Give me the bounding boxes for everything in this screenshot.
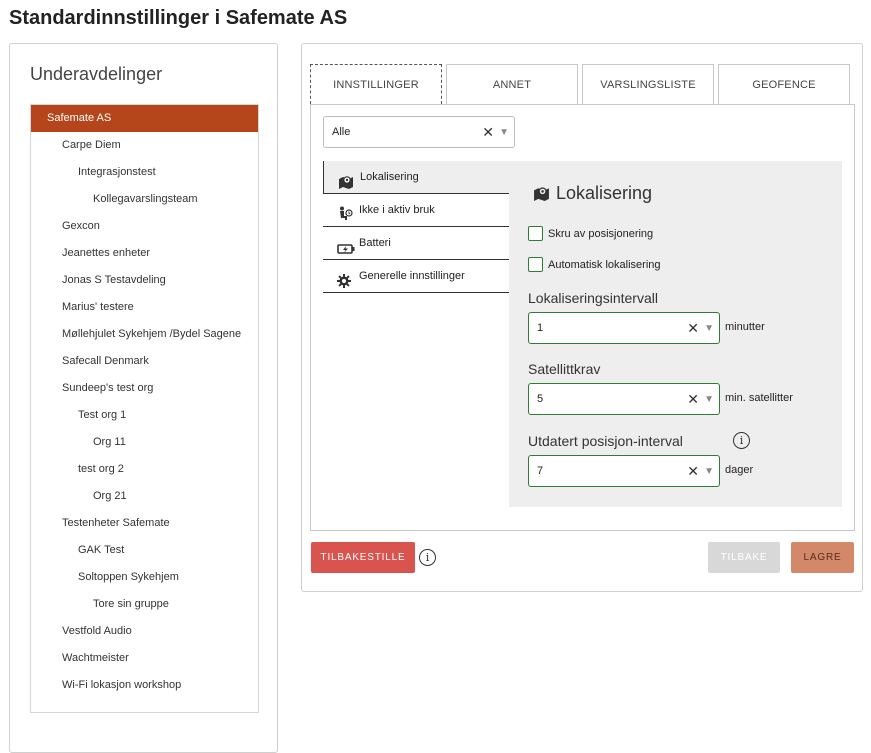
section-heading: Lokalisering [533,183,652,204]
chevron-down-icon[interactable]: ▼ [704,464,714,480]
settings-menu: Lokalisering Ikke i aktiv bruk Batteri G… [323,161,509,293]
utdatert-posisjon-interval-select[interactable]: 7 ✕ ▼ [528,455,720,487]
save-button[interactable]: LAGRE [791,542,854,573]
reset-info-icon[interactable]: i [419,549,436,566]
menu-item-ikke-i-aktiv-bruk[interactable]: Ikke i aktiv bruk [323,194,509,227]
menu-item-lokalisering[interactable]: Lokalisering [323,161,509,194]
tree-item-org-11[interactable]: Org 11 [31,429,258,456]
department-tree: Safemate AS Carpe Diem Integrasjonstest … [30,104,259,713]
info-icon[interactable]: i [733,432,750,449]
inactive-person-icon [337,203,353,220]
select-value: 5 [537,393,544,405]
gear-icon [337,269,353,288]
tree-item-safemate-as[interactable]: Safemate AS [31,105,258,132]
tree-item-test-org-2[interactable]: test org 2 [31,456,258,483]
map-marker-icon [338,170,354,189]
tree-item-org-21[interactable]: Org 21 [31,483,258,510]
menu-item-label: Batteri [359,236,391,249]
tree-item-test-org-1[interactable]: Test org 1 [31,402,258,429]
tree-item-kollegavarslingsteam[interactable]: Kollegavarslingsteam [31,186,258,213]
tree-item-testenheter-safemate[interactable]: Testenheter Safemate [31,510,258,537]
checkbox-automatisk-lokalisering[interactable]: Automatisk lokalisering [528,257,661,272]
chevron-down-icon[interactable]: ▼ [704,321,714,337]
unit-min-satellitter: min. satellitter [725,392,793,404]
tree-item-wachtmeister[interactable]: Wachtmeister [31,645,258,672]
tree-item-gak-test[interactable]: GAK Test [31,537,258,564]
menu-item-label: Generelle innstillinger [359,269,465,282]
tree-item-tore-sin-gruppe[interactable]: Tore sin gruppe [31,591,258,618]
chevron-down-icon[interactable]: ▼ [704,392,714,408]
satellittkrav-select[interactable]: 5 ✕ ▼ [528,383,720,415]
clear-icon[interactable]: ✕ [687,320,699,336]
tree-item-wifi-lokasjon-workshop[interactable]: Wi-Fi lokasjon workshop [31,672,258,699]
tab-content: Alle ✕ ▼ Lokalisering Ikke i aktiv bruk [310,104,855,531]
checkbox-label: Skru av posisjonering [548,227,654,240]
tab-varslingsliste[interactable]: VARSLINGSLISTE [582,64,714,104]
map-marker-icon [534,187,549,201]
checkbox-skru-av-posisjonering[interactable]: Skru av posisjonering [528,226,653,241]
select-value: 7 [537,465,544,477]
tree-item-vestfold-audio[interactable]: Vestfold Audio [31,618,258,645]
tab-annet[interactable]: ANNET [446,64,578,104]
tree-item-jonas-s-testavdeling[interactable]: Jonas S Testavdeling [31,267,258,294]
back-button[interactable]: TILBAKE [708,542,780,573]
tree-item-soltoppen-sykehjem[interactable]: Soltoppen Sykehjem [31,564,258,591]
lokalisering-settings: Lokalisering Skru av posisjonering Autom… [509,161,842,507]
satellittkrav-label: Satellittkrav [528,361,601,377]
unit-minutter: minutter [725,321,765,333]
tree-item-gexcon[interactable]: Gexcon [31,213,258,240]
checkbox-label: Automatisk lokalisering [548,258,661,271]
select-value: 1 [537,322,544,334]
page-title: Standardinnstillinger i Safemate AS [9,7,348,29]
menu-item-label: Ikke i aktiv bruk [359,203,435,216]
tree-item-sundeeps-test-org[interactable]: Sundeep's test org [31,375,258,402]
tab-innstillinger[interactable]: INNSTILLINGER [310,64,442,104]
section-heading-text: Lokalisering [556,183,653,203]
settings-panel: INNSTILLINGER ANNET VARSLINGSLISTE GEOFE… [301,43,863,592]
tree-item-marius-testere[interactable]: Marius' testere [31,294,258,321]
device-type-value: Alle [332,126,351,138]
menu-item-generelle-innstillinger[interactable]: Generelle innstillinger [323,260,509,293]
checkbox[interactable] [528,257,543,272]
tab-geofence[interactable]: GEOFENCE [718,64,850,104]
utdatert-posisjon-interval-label: Utdatert posisjon-interval [528,433,683,449]
device-type-select[interactable]: Alle ✕ ▼ [323,116,515,148]
tree-item-carpe-diem[interactable]: Carpe Diem [31,132,258,159]
menu-item-label: Lokalisering [360,170,419,183]
sub-departments-title: Underavdelinger [30,64,163,84]
tree-item-mollehjulet-sykehjem[interactable]: Møllehjulet Sykehjem /Bydel Sagene [31,321,258,348]
tree-item-integrasjonstest[interactable]: Integrasjonstest [31,159,258,186]
reset-button[interactable]: TILBAKESTILLE [311,542,415,573]
unit-dager: dager [725,464,754,476]
lokaliseringsintervall-select[interactable]: 1 ✕ ▼ [528,312,720,344]
battery-icon [337,236,355,254]
clear-icon[interactable]: ✕ [687,391,699,407]
sub-departments-panel: Underavdelinger Safemate AS Carpe Diem I… [9,43,278,753]
tree-item-jeanettes-enheter[interactable]: Jeanettes enheter [31,240,258,267]
chevron-down-icon[interactable]: ▼ [499,125,509,141]
clear-icon[interactable]: ✕ [482,124,494,140]
tree-item-safecall-denmark[interactable]: Safecall Denmark [31,348,258,375]
clear-icon[interactable]: ✕ [687,463,699,479]
menu-item-batteri[interactable]: Batteri [323,227,509,260]
lokaliseringsintervall-label: Lokaliseringsintervall [528,290,658,306]
checkbox[interactable] [528,226,543,241]
